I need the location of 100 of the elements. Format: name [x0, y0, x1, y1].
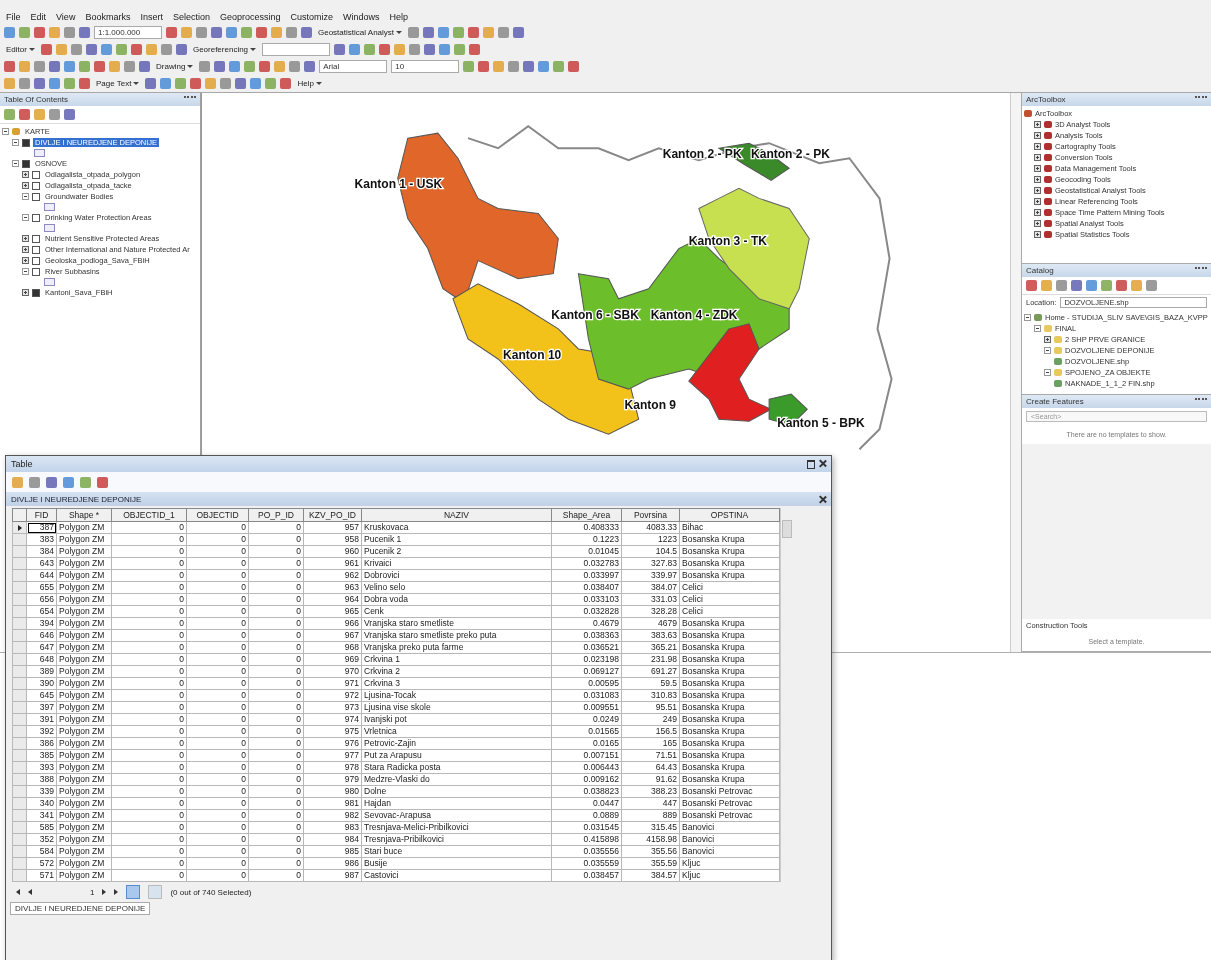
- tool-icon[interactable]: [79, 61, 90, 72]
- column-header[interactable]: Shape *: [56, 508, 112, 522]
- tool-icon[interactable]: [523, 61, 535, 72]
- next-record-icon[interactable]: [102, 889, 107, 895]
- tool-icon[interactable]: [334, 44, 346, 55]
- tool-icon[interactable]: [64, 61, 75, 72]
- layer-title[interactable]: DIVLJE I NEUREDJENE DEPONIJE: [11, 494, 142, 504]
- toolbar-menu[interactable]: Georeferencing: [190, 45, 259, 54]
- layer-checkbox[interactable]: [32, 234, 40, 243]
- column-header[interactable]: KZV_PO_ID: [303, 508, 362, 522]
- collapse-icon[interactable]: [1044, 369, 1051, 376]
- tool-icon[interactable]: [19, 27, 30, 38]
- tool-icon[interactable]: [46, 476, 57, 488]
- menu-item[interactable]: Windows: [343, 12, 380, 22]
- tool-icon[interactable]: [199, 61, 211, 72]
- collapse-icon[interactable]: [22, 214, 29, 221]
- menu-item[interactable]: Edit: [30, 12, 47, 22]
- tool-icon[interactable]: [4, 27, 15, 38]
- menu-item[interactable]: Customize: [290, 12, 333, 22]
- tool-icon[interactable]: [12, 476, 23, 488]
- tool-icon[interactable]: [49, 61, 60, 72]
- tool-icon[interactable]: [130, 44, 142, 55]
- tool-icon[interactable]: [304, 61, 316, 72]
- column-header[interactable]: PO_P_ID: [248, 508, 304, 522]
- collapse-icon[interactable]: [22, 268, 29, 275]
- toolbar-field[interactable]: Arial: [319, 60, 388, 73]
- tool-icon[interactable]: [468, 27, 480, 38]
- tool-icon[interactable]: [139, 61, 150, 72]
- layer-checkbox[interactable]: [32, 256, 40, 265]
- tool-icon[interactable]: [160, 44, 172, 55]
- tool-icon[interactable]: [289, 61, 301, 72]
- tool-icon[interactable]: [498, 27, 510, 38]
- tool-icon[interactable]: [175, 78, 187, 89]
- expand-icon[interactable]: [1044, 336, 1051, 343]
- tool-icon[interactable]: [211, 27, 222, 38]
- toolbar-field[interactable]: 10: [391, 60, 460, 73]
- tool-icon[interactable]: [409, 44, 421, 55]
- tool-icon[interactable]: [241, 27, 252, 38]
- tool-icon[interactable]: [19, 78, 30, 89]
- tool-icon[interactable]: [1086, 280, 1097, 291]
- layer-checkbox[interactable]: [32, 245, 40, 254]
- tool-icon[interactable]: [256, 27, 267, 38]
- tool-icon[interactable]: [229, 61, 241, 72]
- collapse-icon[interactable]: [1034, 325, 1041, 332]
- tool-icon[interactable]: [4, 109, 15, 120]
- tool-icon[interactable]: [394, 44, 406, 55]
- tool-icon[interactable]: [508, 61, 520, 72]
- layer-checkbox[interactable]: [22, 159, 30, 168]
- previous-record-icon[interactable]: [28, 889, 32, 895]
- tool-icon[interactable]: [64, 109, 75, 120]
- tool-icon[interactable]: [438, 27, 450, 38]
- tool-icon[interactable]: [379, 44, 391, 55]
- tool-icon[interactable]: [124, 61, 135, 72]
- expand-icon[interactable]: [22, 257, 29, 264]
- tool-icon[interactable]: [196, 27, 207, 38]
- column-header[interactable]: FID: [26, 508, 57, 522]
- tool-icon[interactable]: [274, 61, 286, 72]
- tool-icon[interactable]: [478, 61, 490, 72]
- first-record-icon[interactable]: [16, 889, 20, 895]
- expand-icon[interactable]: [22, 171, 29, 178]
- tool-icon[interactable]: [553, 61, 565, 72]
- tool-icon[interactable]: [1116, 280, 1127, 291]
- layer-checkbox[interactable]: [32, 267, 40, 276]
- tool-icon[interactable]: [70, 44, 82, 55]
- tool-icon[interactable]: [1101, 280, 1112, 291]
- toolbar-menu[interactable]: Drawing: [154, 62, 196, 71]
- expand-icon[interactable]: [22, 289, 29, 296]
- layer-checkbox[interactable]: [32, 181, 40, 190]
- layer-checkbox[interactable]: [32, 170, 40, 179]
- tool-icon[interactable]: [568, 61, 580, 72]
- last-record-icon[interactable]: [114, 889, 119, 895]
- tool-icon[interactable]: [97, 476, 108, 488]
- tool-icon[interactable]: [100, 44, 112, 55]
- tool-icon[interactable]: [160, 78, 172, 89]
- tool-icon[interactable]: [538, 61, 550, 72]
- tool-icon[interactable]: [1071, 280, 1082, 291]
- menu-item[interactable]: Insert: [140, 12, 163, 22]
- tool-icon[interactable]: [1026, 280, 1037, 291]
- tool-icon[interactable]: [64, 78, 75, 89]
- column-header[interactable]: OBJECTID_1: [111, 508, 187, 522]
- tool-icon[interactable]: [286, 27, 297, 38]
- scrollbar[interactable]: [1010, 93, 1021, 652]
- tool-icon[interactable]: [220, 78, 232, 89]
- tool-icon[interactable]: [1146, 280, 1157, 291]
- tool-icon[interactable]: [55, 44, 67, 55]
- tool-icon[interactable]: [424, 44, 436, 55]
- tool-icon[interactable]: [34, 78, 45, 89]
- toolbar-field[interactable]: [262, 43, 331, 56]
- layer-checkbox[interactable]: [22, 138, 30, 147]
- close-icon[interactable]: [819, 459, 826, 467]
- tool-icon[interactable]: [80, 476, 91, 488]
- tool-icon[interactable]: [250, 78, 262, 89]
- column-header[interactable]: OBJECTID: [186, 508, 249, 522]
- tool-icon[interactable]: [235, 78, 247, 89]
- collapse-icon[interactable]: [12, 139, 19, 146]
- toolbar-menu[interactable]: Help: [295, 79, 324, 88]
- tool-icon[interactable]: [49, 78, 60, 89]
- tool-icon[interactable]: [214, 61, 226, 72]
- view-toggle-button[interactable]: [126, 885, 141, 899]
- tool-icon[interactable]: [63, 476, 74, 488]
